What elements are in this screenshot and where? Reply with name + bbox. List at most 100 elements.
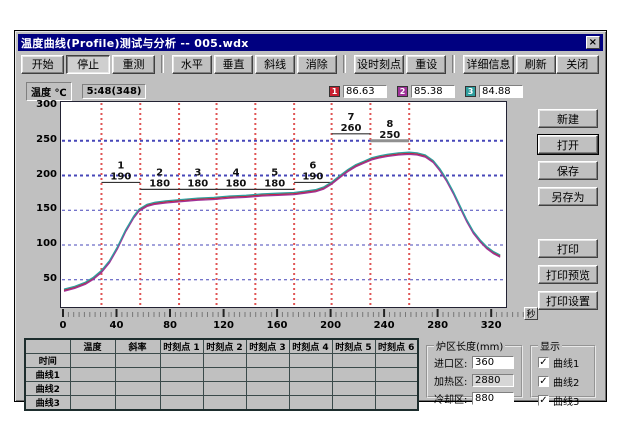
open-button[interactable]: 打开 (538, 135, 598, 154)
cooling-zone-input[interactable] (472, 392, 514, 405)
curve2-peak-value: 85.38 (411, 85, 455, 98)
x-axis-labels: 04080120160200240280320 (60, 320, 540, 333)
y-tick-label: 50 (43, 273, 57, 284)
col-timepoint-4: 时刻点 4 (289, 339, 332, 354)
curve3-peak-value: 84.88 (479, 85, 523, 98)
save-as-button[interactable]: 另存为 (538, 187, 598, 206)
save-button[interactable]: 保存 (538, 161, 598, 180)
print-setup-button[interactable]: 打印设置 (538, 291, 598, 310)
svg-text:6: 6 (309, 160, 316, 171)
vertical-line-button[interactable]: 垂直 (214, 55, 254, 74)
table-row: 时间 (25, 354, 418, 368)
curve1-peak-value: 86.63 (343, 85, 387, 98)
table-row: 曲线1 (25, 368, 418, 382)
col-timepoint-2: 时刻点 2 (203, 339, 246, 354)
toolbar: 开始 停止 重测 水平 垂直 斜线 消除 设时刻点 重设 详细信息 刷新 关闭 (18, 51, 603, 77)
curve3-checkbox-label: 曲线3 (553, 393, 579, 408)
table-header-row: 温度 斜率 时刻点 1 时刻点 2 时刻点 3 时刻点 4 时刻点 5 时刻点 … (25, 339, 418, 354)
svg-text:7: 7 (348, 112, 355, 123)
svg-text:3: 3 (194, 167, 201, 178)
stop-button[interactable]: 停止 (66, 55, 109, 74)
cooling-zone-row: 冷却区: (434, 391, 517, 406)
row-curve1: 曲线1 (25, 368, 70, 382)
x-tick-label: 280 (427, 320, 448, 331)
heating-zone-row: 加热区: (434, 373, 517, 388)
row-time: 时间 (25, 354, 70, 368)
curve1-checkbox[interactable]: ✓ (538, 357, 549, 368)
inlet-zone-label: 进口区: (434, 355, 472, 370)
svg-text:190: 190 (110, 171, 131, 182)
furnace-zone-length-group: 炉区长度(mm) 进口区: 加热区: 冷却区: (426, 338, 523, 398)
retest-button[interactable]: 重测 (112, 55, 155, 74)
svg-text:2: 2 (156, 167, 163, 178)
chart-area: 30025020015010050 1190218031804180518061… (20, 101, 603, 308)
profile-chart[interactable]: 11902180318041805180619072608250 (60, 101, 507, 308)
table-row: 曲线3 (25, 396, 418, 411)
svg-text:1: 1 (117, 160, 124, 171)
x-axis-unit-label: 秒 (524, 307, 538, 320)
titlebar-close-icon[interactable]: × (586, 36, 600, 49)
corner-cell (25, 339, 70, 354)
curve2-checkbox[interactable]: ✓ (538, 376, 549, 387)
y-tick-label: 300 (36, 99, 57, 110)
legend: 1 86.63 2 85.38 3 84.88 (329, 85, 523, 98)
display-group: 显示 ✓ 曲线1 ✓ 曲线2 ✓ 曲线3 (530, 338, 596, 398)
chart-header: 温度 ℃ 5:48(348) 1 86.63 2 85.38 3 84.88 (26, 83, 603, 99)
x-tick-label: 200 (320, 320, 341, 331)
y-tick-label: 150 (36, 203, 57, 214)
y-axis-unit-label: 温度 ℃ (26, 82, 72, 101)
heating-zone-label: 加热区: (434, 373, 472, 388)
window-title: 温度曲线(Profile)测试与分析 -- 005.wdx (21, 35, 586, 51)
curve3-color-swatch: 3 (465, 86, 476, 97)
details-button[interactable]: 详细信息 (463, 55, 514, 74)
furnace-group-title: 炉区长度(mm) (434, 338, 505, 353)
y-tick-label: 200 (36, 169, 57, 180)
plot-area[interactable]: 11902180318041805180619072608250 (60, 101, 538, 308)
horizontal-line-button[interactable]: 水平 (172, 55, 212, 74)
col-slope: 斜率 (115, 339, 160, 354)
panel-spacer (538, 213, 598, 239)
display-group-title: 显示 (538, 338, 562, 353)
curve1-toggle-row: ✓ 曲线1 (538, 355, 590, 370)
reset-button[interactable]: 重设 (406, 55, 446, 74)
toolbar-separator (161, 55, 164, 73)
svg-text:180: 180 (149, 178, 170, 189)
print-button[interactable]: 打印 (538, 239, 598, 258)
curve2-toggle-row: ✓ 曲线2 (538, 374, 590, 389)
inlet-zone-input[interactable] (472, 356, 514, 369)
x-tick-label: 320 (481, 320, 502, 331)
svg-text:180: 180 (187, 178, 208, 189)
x-axis-ruler: 秒 (60, 308, 540, 320)
x-tick-label: 240 (374, 320, 395, 331)
cooling-zone-label: 冷却区: (434, 391, 472, 406)
toolbar-separator (452, 55, 455, 73)
diagonal-line-button[interactable]: 斜线 (255, 55, 295, 74)
temperature-profile-svg[interactable]: 11902180318041805180619072608250 (61, 102, 506, 307)
x-tick-label: 80 (163, 320, 177, 331)
legend-item-curve3: 3 84.88 (465, 85, 523, 98)
refresh-button[interactable]: 刷新 (516, 55, 556, 74)
x-tick-label: 120 (213, 320, 234, 331)
table-row: 曲线2 (25, 382, 418, 396)
svg-text:8: 8 (386, 119, 393, 130)
print-preview-button[interactable]: 打印预览 (538, 265, 598, 284)
heating-zone-input[interactable] (472, 374, 514, 387)
measurement-table: 温度 斜率 时刻点 1 时刻点 2 时刻点 3 时刻点 4 时刻点 5 时刻点 … (24, 338, 419, 411)
clear-button[interactable]: 消除 (297, 55, 337, 74)
svg-text:4: 4 (232, 167, 239, 178)
curve3-toggle-row: ✓ 曲线3 (538, 393, 590, 408)
title-bar: 温度曲线(Profile)测试与分析 -- 005.wdx × (18, 34, 603, 51)
curve3-checkbox[interactable]: ✓ (538, 395, 549, 406)
toolbar-separator (343, 55, 346, 73)
set-timepoints-button[interactable]: 设时刻点 (354, 55, 405, 74)
svg-text:190: 190 (302, 171, 323, 182)
start-button[interactable]: 开始 (21, 55, 64, 74)
close-button[interactable]: 关闭 (556, 55, 599, 74)
bottom-section: 温度 斜率 时刻点 1 时刻点 2 时刻点 3 时刻点 4 时刻点 5 时刻点 … (18, 338, 603, 411)
legend-item-curve1: 1 86.63 (329, 85, 387, 98)
y-tick-label: 250 (36, 134, 57, 145)
new-button[interactable]: 新建 (538, 109, 598, 128)
col-temperature: 温度 (70, 339, 115, 354)
x-tick-label: 160 (267, 320, 288, 331)
y-axis: 30025020015010050 (20, 101, 60, 308)
